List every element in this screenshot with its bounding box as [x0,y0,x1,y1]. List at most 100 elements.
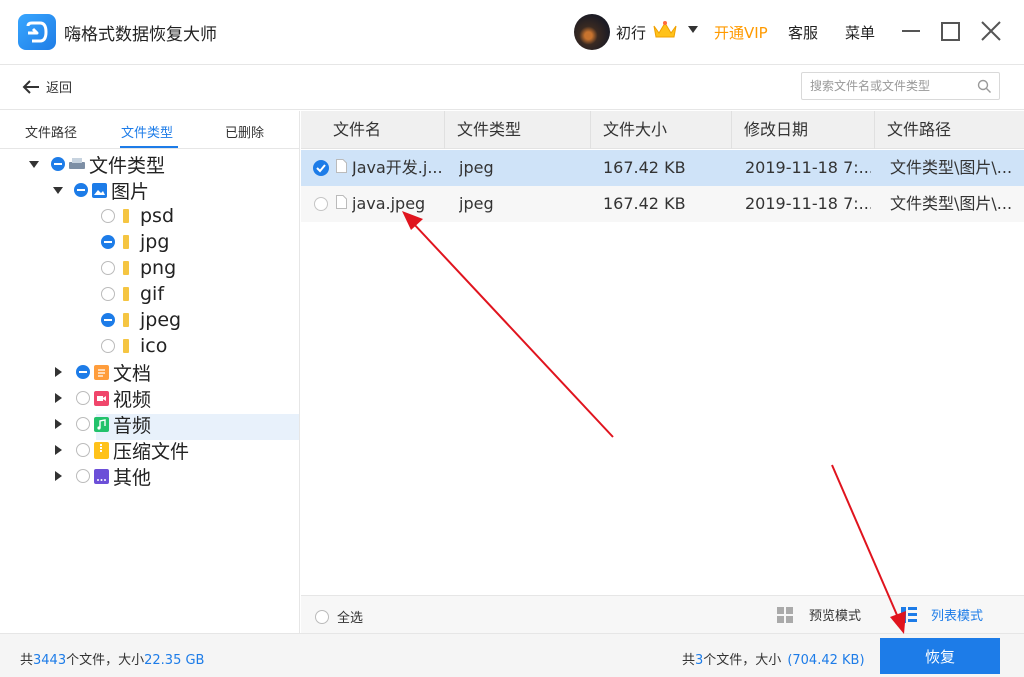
total-mid: 个文件，大小 [66,653,145,668]
table-row[interactable]: Java开发.j... jpeg 167.42 KB 2019-11-18 7:… [301,150,1024,186]
user-avatar[interactable] [574,14,610,50]
preview-mode-button[interactable]: 预览模式 [777,605,861,624]
unchecked-icon[interactable] [101,287,115,301]
category-tabs: 文件路径 文件类型 已删除 [0,111,300,149]
tree-node-psd[interactable]: psd [101,203,174,229]
unchecked-icon[interactable] [76,469,90,483]
unchecked-icon[interactable] [315,609,329,624]
tree-node-jpg[interactable]: jpg [101,229,169,255]
partial-check-icon[interactable] [76,365,90,379]
select-all-label: 全选 [337,611,364,626]
unchecked-icon[interactable] [76,391,90,405]
search-input[interactable] [810,77,970,95]
customer-service-button[interactable]: 客服 [788,22,818,43]
collapse-caret-icon[interactable] [55,367,62,377]
collapse-caret-icon[interactable] [55,471,62,481]
file-type: jpeg [459,194,494,213]
partial-check-icon[interactable] [101,313,115,327]
file-name: Java开发.j... [352,158,442,177]
search-box[interactable] [801,72,1000,100]
unchecked-icon[interactable] [101,209,115,223]
tree-label-png: png [140,257,177,279]
column-header-path[interactable]: 文件路径 [875,111,1024,149]
tab-deleted[interactable]: 已删除 [225,122,264,141]
list-mode-button[interactable]: 列表模式 [901,605,983,624]
tree-label-jpeg: jpeg [140,309,182,331]
video-icon [94,390,109,406]
partial-check-icon[interactable] [74,183,88,197]
status-bar: 共3443个文件，大小22.35 GB 共3个文件，大小 (704.42 KB) … [0,633,1024,677]
menu-button[interactable]: 菜单 [845,22,875,43]
file-name: java.jpeg [352,194,426,213]
folder-icon [123,209,129,223]
column-header-size[interactable]: 文件大小 [591,111,732,149]
column-header-name[interactable]: 文件名 [301,111,445,149]
tab-file-type[interactable]: 文件类型 [121,122,173,141]
tree-label-videos: 视频 [113,388,152,411]
unchecked-icon[interactable] [76,417,90,431]
document-icon [94,364,109,380]
tree-node-documents[interactable]: 文档 [55,359,151,385]
tab-file-path[interactable]: 文件路径 [25,122,77,141]
unchecked-icon[interactable] [314,197,328,211]
folder-icon [123,235,129,249]
unchecked-icon[interactable] [101,339,115,353]
column-header-type[interactable]: 文件类型 [445,111,591,149]
selected-files-summary: 共3个文件，大小 (704.42 KB) [682,649,865,668]
close-icon[interactable] [980,20,1002,42]
expand-caret-icon[interactable] [29,160,39,168]
tree-label-archives: 压缩文件 [113,440,190,463]
list-toolbar: 全选 预览模式 列表模式 [301,595,1024,633]
app-logo-icon [18,14,56,50]
file-size: 167.42 KB [603,158,686,177]
select-all-toggle[interactable]: 全选 [315,607,363,626]
username[interactable]: 初行 [616,22,646,43]
archive-icon [94,441,109,459]
tree-node-videos[interactable]: 视频 [55,385,151,411]
total-size: 22.35 GB [144,653,205,668]
expand-caret-icon[interactable] [53,186,63,194]
open-vip-link[interactable]: 开通VIP [714,22,768,43]
back-button[interactable]: 返回 [22,77,72,96]
tree-node-other[interactable]: 其他 [55,463,151,489]
tree-node-png[interactable]: png [101,255,176,281]
tree-node-images[interactable]: 图片 [53,177,149,203]
image-icon [92,182,107,198]
partial-check-icon[interactable] [51,157,65,171]
table-row[interactable]: java.jpeg jpeg 167.42 KB 2019-11-18 7:..… [301,186,1024,222]
tree-label-ico: ico [140,335,168,357]
folder-icon [123,261,129,275]
tree-node-ico[interactable]: ico [101,333,167,359]
checked-icon[interactable] [313,160,329,176]
navigation-bar: 返回 [0,64,1024,110]
collapse-caret-icon[interactable] [55,393,62,403]
tree-label-gif: gif [140,283,165,305]
search-icon[interactable] [977,79,992,94]
file-path: 文件类型\图片\... [890,158,1013,177]
user-dropdown-icon[interactable] [688,26,698,33]
tree-node-root[interactable]: 文件类型 [29,151,165,177]
collapse-caret-icon[interactable] [55,419,62,429]
minimize-icon[interactable] [902,30,920,32]
selected-size: (704.42 KB) [787,653,865,668]
tree-label-root: 文件类型 [89,154,166,177]
partial-check-icon[interactable] [101,235,115,249]
app-title: 嗨格式数据恢复大师 [64,25,217,45]
unchecked-icon[interactable] [76,443,90,457]
audio-icon [94,416,109,432]
file-size: 167.42 KB [603,194,686,213]
file-path: 文件类型\图片\... [890,194,1013,213]
maximize-icon[interactable] [941,22,960,41]
file-icon [336,159,347,173]
selected-prefix: 共 [682,653,696,668]
tree-node-archives[interactable]: 压缩文件 [55,437,189,463]
recover-button[interactable]: 恢复 [880,638,1000,674]
folder-icon [123,339,129,353]
tree-node-gif[interactable]: gif [101,281,164,307]
tree-node-audio[interactable]: 音频 [55,411,151,437]
tree-node-jpeg[interactable]: jpeg [101,307,181,333]
collapse-caret-icon[interactable] [55,445,62,455]
column-header-date[interactable]: 修改日期 [732,111,875,149]
unchecked-icon[interactable] [101,261,115,275]
table-header: 文件名 文件类型 文件大小 修改日期 文件路径 [301,111,1024,149]
